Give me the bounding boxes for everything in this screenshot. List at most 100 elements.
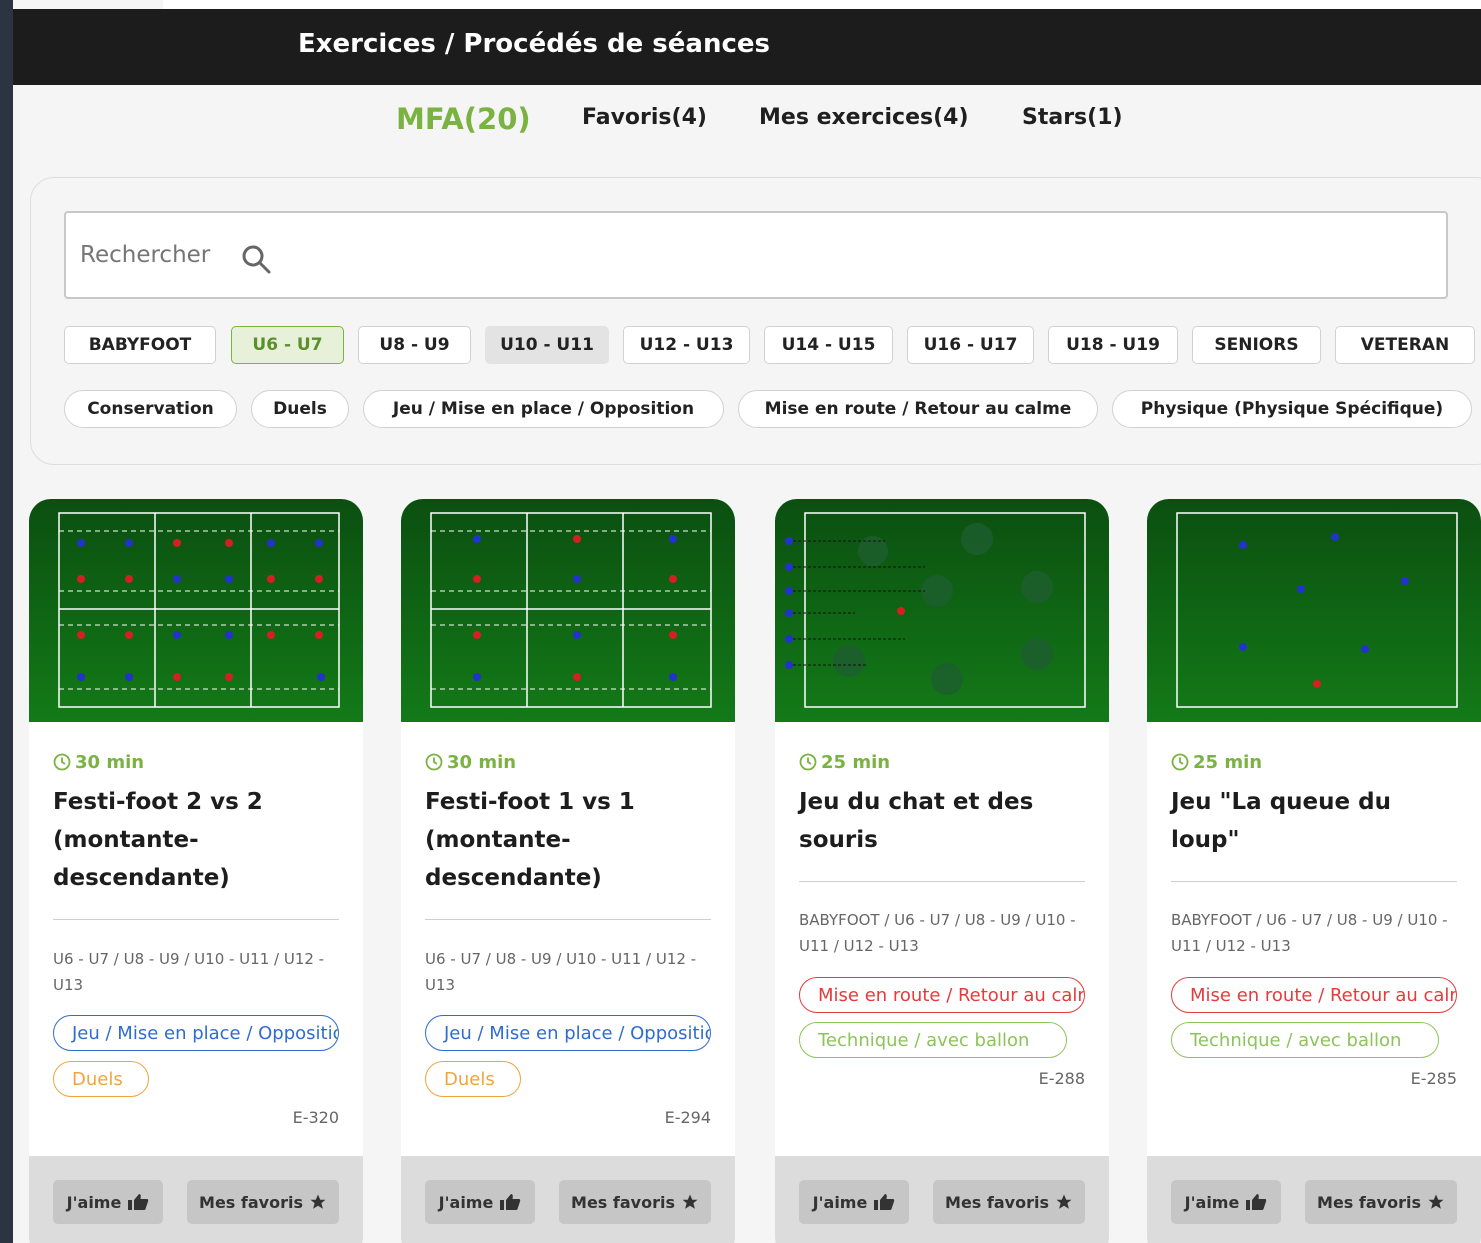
like-button[interactable]: J'aime [799, 1180, 909, 1224]
card-footer: J'aime Mes favoris [401, 1156, 735, 1243]
exercise-thumbnail[interactable] [1147, 499, 1481, 722]
favorite-button[interactable]: Mes favoris [187, 1180, 339, 1224]
exercise-thumbnail[interactable] [401, 499, 735, 722]
tab-mes-exercices[interactable]: Mes exercices(4) [759, 105, 969, 130]
exercise-thumbnail[interactable] [29, 499, 363, 722]
exercise-card[interactable]: 30 min Festi-foot 1 vs 1 (montante-desce… [401, 499, 735, 1243]
exercise-title[interactable]: Festi-foot 2 vs 2 (montante-descendante) [53, 783, 343, 897]
divider [799, 881, 1085, 882]
tab-favoris[interactable]: Favoris(4) [582, 105, 707, 130]
like-button[interactable]: J'aime [1171, 1180, 1281, 1224]
theme-tag: Mise en route / Retour au calme [1171, 977, 1457, 1013]
divider [425, 919, 711, 920]
tab-bar: MFA(20) Favoris(4) Mes exercices(4) Star… [13, 102, 1481, 149]
theme-chip[interactable]: Conservation [64, 390, 237, 428]
theme-tag: Technique / avec ballon [1171, 1022, 1439, 1058]
pitch-diagram [58, 512, 340, 708]
favorite-button[interactable]: Mes favoris [933, 1180, 1085, 1224]
theme-tag: Duels [425, 1061, 521, 1097]
thumbs-up-icon [874, 1194, 895, 1210]
tab-stars[interactable]: Stars(1) [1022, 105, 1123, 130]
card-footer: J'aime Mes favoris [29, 1156, 363, 1243]
exercise-code: E-285 [1410, 1069, 1457, 1088]
category-chip[interactable]: BABYFOOT [64, 326, 216, 364]
thumbs-up-icon [500, 1194, 521, 1210]
divider [1171, 881, 1457, 882]
clock-icon [53, 753, 71, 771]
tab-mfa[interactable]: MFA(20) [396, 102, 531, 136]
pitch-diagram [430, 512, 712, 708]
category-chip[interactable]: U6 - U7 [231, 326, 344, 364]
star-icon [1056, 1194, 1072, 1209]
clock-icon [425, 753, 443, 771]
theme-chip[interactable]: Mise en route / Retour au calme [738, 390, 1098, 428]
theme-chip[interactable]: Physique (Physique Spécifique) [1112, 390, 1472, 428]
duration-text: 30 min [447, 752, 517, 773]
like-label: J'aime [66, 1192, 122, 1212]
exercise-title[interactable]: Jeu du chat et des souris [799, 783, 1089, 859]
pitch-diagram [785, 512, 1086, 708]
top-strip [163, 0, 1481, 9]
exercise-code: E-294 [664, 1108, 711, 1127]
page-title: Exercices / Procédés de séances [298, 29, 770, 59]
card-footer: J'aime Mes favoris [775, 1156, 1109, 1243]
pitch-diagram [1176, 512, 1458, 708]
category-chip[interactable]: U8 - U9 [358, 326, 471, 364]
category-chip[interactable]: U18 - U19 [1048, 326, 1178, 364]
duration: 25 min [799, 752, 890, 773]
like-button[interactable]: J'aime [425, 1180, 535, 1224]
duration: 30 min [53, 752, 144, 773]
clock-icon [799, 753, 817, 771]
theme-tag: Jeu / Mise en place / Opposition [425, 1015, 711, 1051]
like-label: J'aime [812, 1192, 868, 1212]
star-icon [310, 1194, 326, 1209]
exercise-card[interactable]: 25 min Jeu du chat et des souris BABYFOO… [775, 499, 1109, 1243]
duration: 30 min [425, 752, 516, 773]
search-icon[interactable] [240, 243, 272, 275]
theme-tag: Technique / avec ballon [799, 1022, 1067, 1058]
exercise-levels: BABYFOOT / U6 - U7 / U8 - U9 / U10 - U11… [1171, 911, 1448, 955]
like-label: J'aime [1184, 1192, 1240, 1212]
exercise-levels: U6 - U7 / U8 - U9 / U10 - U11 / U12 - U1… [425, 950, 697, 994]
clock-icon [1171, 753, 1189, 771]
duration-text: 25 min [1193, 752, 1263, 773]
exercise-title[interactable]: Festi-foot 1 vs 1 (montante-descendante) [425, 783, 715, 897]
like-button[interactable]: J'aime [53, 1180, 163, 1224]
theme-tag: Duels [53, 1061, 149, 1097]
exercise-card[interactable]: 30 min Festi-foot 2 vs 2 (montante-desce… [29, 499, 363, 1243]
page: Exercices / Procédés de séances MFA(20) … [13, 0, 1481, 1243]
favorite-button[interactable]: Mes favoris [559, 1180, 711, 1224]
favorite-label: Mes favoris [1317, 1192, 1421, 1212]
exercise-title[interactable]: Jeu "La queue du loup" [1171, 783, 1461, 859]
star-icon [1428, 1194, 1444, 1209]
card-footer: J'aime Mes favoris [1147, 1156, 1481, 1243]
theme-chip[interactable]: Duels [251, 390, 349, 428]
search-field[interactable] [64, 211, 1448, 299]
filter-panel: BABYFOOT U6 - U7 U8 - U9 U10 - U11 U12 -… [30, 177, 1481, 465]
exercise-code: E-288 [1038, 1069, 1085, 1088]
like-label: J'aime [438, 1192, 494, 1212]
thumbs-up-icon [1246, 1194, 1267, 1210]
divider [53, 919, 339, 920]
search-input[interactable] [80, 233, 230, 277]
star-icon [682, 1194, 698, 1209]
duration-text: 25 min [821, 752, 891, 773]
favorite-label: Mes favoris [571, 1192, 675, 1212]
exercise-code: E-320 [292, 1108, 339, 1127]
exercise-levels: BABYFOOT / U6 - U7 / U8 - U9 / U10 - U11… [799, 911, 1076, 955]
exercise-thumbnail[interactable] [775, 499, 1109, 722]
theme-tag: Mise en route / Retour au calme [799, 977, 1085, 1013]
duration-text: 30 min [75, 752, 145, 773]
category-chip[interactable]: U12 - U13 [623, 326, 750, 364]
category-chip[interactable]: SENIORS [1192, 326, 1321, 364]
category-chip[interactable]: U10 - U11 [485, 326, 609, 364]
category-chip[interactable]: VETERAN [1335, 326, 1475, 364]
theme-chip[interactable]: Jeu / Mise en place / Opposition [363, 390, 724, 428]
exercise-levels: U6 - U7 / U8 - U9 / U10 - U11 / U12 - U1… [53, 950, 325, 994]
exercise-card[interactable]: 25 min Jeu "La queue du loup" BABYFOOT /… [1147, 499, 1481, 1243]
theme-tag: Jeu / Mise en place / Opposition [53, 1015, 339, 1051]
favorite-button[interactable]: Mes favoris [1305, 1180, 1457, 1224]
page-header: Exercices / Procédés de séances [13, 9, 1481, 85]
category-chip[interactable]: U16 - U17 [907, 326, 1034, 364]
category-chip[interactable]: U14 - U15 [764, 326, 893, 364]
